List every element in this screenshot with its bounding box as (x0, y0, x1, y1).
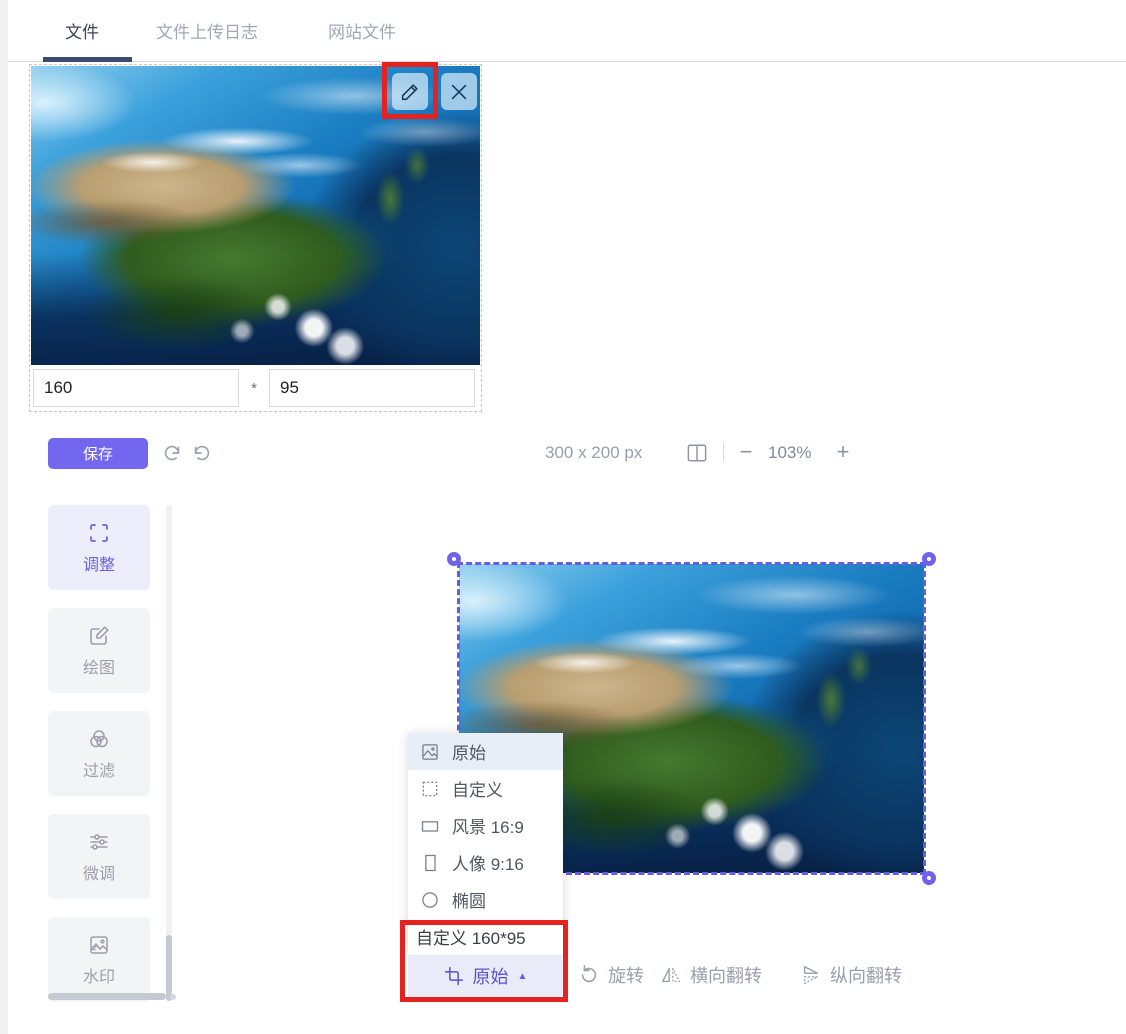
edit-image-button[interactable] (392, 73, 428, 110)
sidebar-horizontal-scrollbar[interactable] (48, 993, 166, 1000)
ellipse-icon (420, 890, 440, 910)
adjust-icon (87, 521, 111, 545)
crop-handle-top-right[interactable] (922, 552, 936, 566)
menu-item-label: 人像 9:16 (452, 850, 524, 875)
flip-horizontal-label: 横向翻转 (690, 962, 762, 988)
sidebar-item-label: 调整 (83, 551, 115, 575)
toolbar-divider (723, 443, 724, 461)
thumbnail-image[interactable] (31, 66, 480, 367)
undo-icon (161, 442, 183, 464)
draw-icon (87, 624, 111, 648)
remove-image-button[interactable] (441, 73, 477, 110)
pencil-icon (399, 81, 421, 103)
sidebar-item-filter[interactable]: 过滤 (48, 711, 150, 796)
tab-bar: 文件 文件上传日志 网站文件 (8, 0, 1126, 62)
flip-horizontal-button[interactable]: 横向翻转 (660, 962, 762, 988)
tab-upload-log[interactable]: 文件上传日志 (156, 18, 258, 43)
menu-item-custom[interactable]: 自定义 (408, 770, 563, 807)
size-inputs-row: * (30, 365, 481, 411)
menu-item-original[interactable]: 原始 (408, 733, 563, 770)
dashed-square-icon (420, 779, 440, 799)
tab-site-files[interactable]: 网站文件 (328, 18, 396, 43)
crop-aspect-label: 原始 (473, 963, 509, 989)
rotate-label: 旋转 (608, 962, 644, 988)
image-editor-page: 文件 文件上传日志 网站文件 * 保存 (0, 0, 1126, 1034)
redo-button[interactable] (191, 442, 215, 466)
sidebar-item-label: 绘图 (83, 654, 115, 678)
close-icon (448, 81, 470, 103)
sidebar-vertical-scrollbar[interactable] (166, 935, 172, 1001)
sidebar-item-label: 微调 (83, 860, 115, 884)
menu-item-ellipse[interactable]: 椭圆 (408, 881, 563, 918)
portrait-rect-icon (420, 853, 440, 873)
active-tab-underline (43, 57, 132, 62)
menu-item-label: 椭圆 (452, 887, 486, 912)
crop-handle-top-left[interactable] (447, 552, 461, 566)
split-view-icon (686, 443, 708, 463)
image-icon (420, 742, 440, 762)
redo-icon (191, 442, 213, 464)
crop-handle-bottom-right[interactable] (922, 871, 936, 885)
split-view-button[interactable] (686, 443, 708, 463)
crop-aspect-button[interactable]: 原始 ▲ (408, 955, 563, 997)
menu-item-label: 自定义 160*95 (416, 924, 526, 949)
zoom-in-button[interactable]: + (832, 440, 854, 464)
caret-up-icon: ▲ (518, 971, 528, 982)
file-preview-card: * (29, 64, 482, 412)
zoom-level-label: 103% (768, 443, 811, 463)
sidebar-item-label: 水印 (83, 963, 115, 987)
width-input[interactable] (33, 369, 239, 407)
undo-button[interactable] (161, 442, 185, 466)
canvas-dimensions-label: 300 x 200 px (545, 443, 642, 463)
sidebar-item-adjust[interactable]: 调整 (48, 505, 150, 590)
flip-vertical-label: 纵向翻转 (830, 962, 902, 988)
scrollbar-corner (170, 994, 176, 1000)
menu-item-custom-160x95[interactable]: 自定义 160*95 (408, 918, 563, 955)
watermark-icon (87, 933, 111, 957)
crop-aspect-menu: 原始 自定义 风景 16:9 人像 9:16 椭圆 自定 (408, 733, 563, 955)
sidebar-scrollbar-track (166, 505, 172, 1001)
sidebar-item-label: 过滤 (83, 757, 115, 781)
menu-item-portrait-9-16[interactable]: 人像 9:16 (408, 844, 563, 881)
menu-item-label: 自定义 (452, 776, 503, 801)
window-edge (0, 0, 8, 1034)
menu-item-landscape-16-9[interactable]: 风景 16:9 (408, 807, 563, 844)
crop-icon (444, 966, 464, 986)
sidebar-item-draw[interactable]: 绘图 (48, 608, 150, 693)
save-button[interactable]: 保存 (48, 438, 148, 469)
landscape-rect-icon (420, 816, 440, 836)
height-input[interactable] (269, 369, 475, 407)
sidebar-item-tune[interactable]: 微调 (48, 814, 150, 899)
filter-icon (87, 727, 111, 751)
dimension-separator: * (239, 380, 269, 397)
sidebar-item-watermark[interactable]: 水印 (48, 917, 150, 1002)
flip-vertical-icon (800, 964, 822, 986)
rotate-icon (578, 964, 600, 986)
rotate-button[interactable]: 旋转 (578, 962, 644, 988)
zoom-out-button[interactable]: − (735, 440, 757, 464)
menu-item-label: 风景 16:9 (452, 813, 524, 838)
flip-horizontal-icon (660, 964, 682, 986)
menu-item-label: 原始 (452, 739, 486, 764)
tab-files[interactable]: 文件 (65, 18, 99, 43)
flip-vertical-button[interactable]: 纵向翻转 (800, 962, 902, 988)
tune-icon (87, 830, 111, 854)
